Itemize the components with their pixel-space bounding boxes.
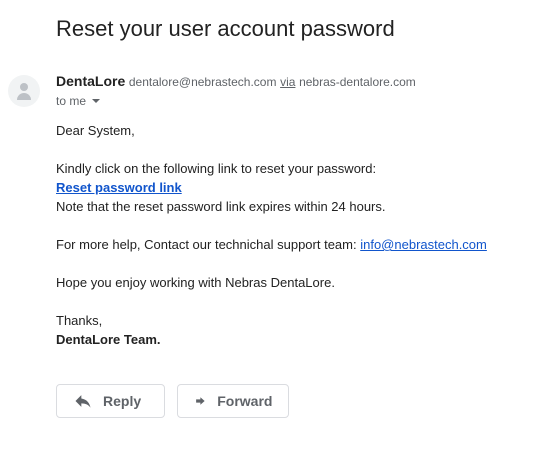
- forward-icon: [196, 397, 206, 405]
- expiry-note: Note that the reset password link expire…: [56, 199, 386, 214]
- recipient-label: to me: [56, 94, 87, 108]
- greeting: Dear System,: [56, 123, 135, 138]
- closing-wish: Hope you enjoy working with Nebras Denta…: [56, 275, 335, 290]
- reply-icon: [75, 395, 91, 408]
- via-link[interactable]: via: [280, 75, 295, 89]
- sender-email: dentalore@nebrastech.com: [128, 75, 277, 89]
- via-domain: nebras-dentalore.com: [299, 75, 416, 89]
- help-line: For more help, Contact our technichal su…: [56, 235, 487, 254]
- message-actions: Reply Forward: [56, 384, 297, 418]
- sender-line: DentaLore dentalore@nebrastech.com via n…: [56, 73, 416, 89]
- reply-label: Reply: [103, 393, 142, 409]
- instruction-text: Kindly click on the following link to re…: [56, 161, 377, 176]
- help-text: For more help, Contact our technichal su…: [56, 237, 361, 252]
- reset-password-link[interactable]: Reset password link: [56, 180, 182, 195]
- forward-label: Forward: [217, 393, 273, 409]
- email-body: Dear System, Kindly click on the followi…: [56, 121, 487, 349]
- email-subject: Reset your user account password: [56, 16, 395, 41]
- sender-avatar: [8, 75, 40, 107]
- chevron-down-icon[interactable]: [92, 98, 101, 103]
- forward-button[interactable]: Forward: [177, 384, 290, 418]
- sender-name[interactable]: DentaLore: [56, 73, 125, 89]
- recipient-details-toggle[interactable]: to me: [56, 94, 101, 108]
- thanks-text: Thanks,: [56, 313, 103, 328]
- signature: DentaLore Team.: [56, 332, 161, 347]
- reply-button[interactable]: Reply: [56, 384, 165, 418]
- avatar-person-icon: [20, 83, 28, 91]
- support-email-link[interactable]: info@nebrastech.com: [360, 237, 487, 252]
